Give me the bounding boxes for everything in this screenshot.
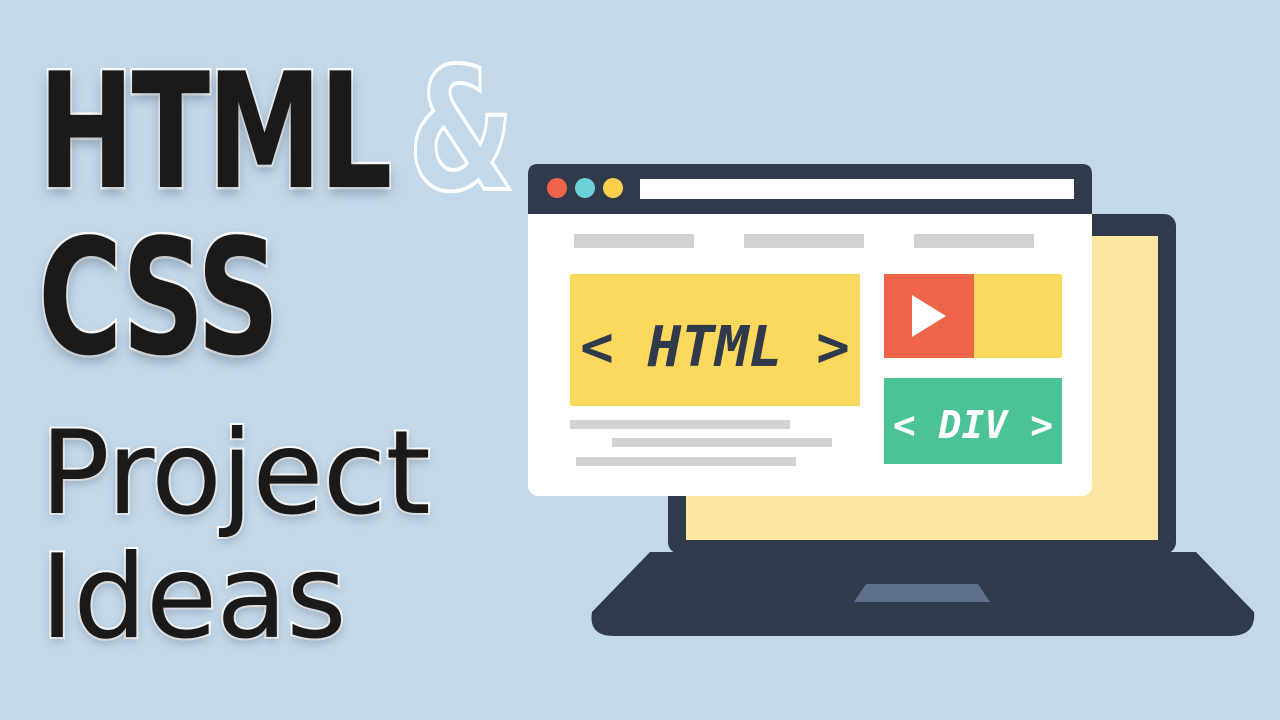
div-tag-label: < DIV > xyxy=(893,403,1053,447)
window-dot-cyan-icon xyxy=(575,178,595,198)
headline-ideas: Ideas xyxy=(38,530,349,665)
text-line-1 xyxy=(570,420,790,429)
laptop-touchpad xyxy=(854,584,990,602)
headline-css: CSS xyxy=(36,204,281,391)
text-line-2 xyxy=(612,438,832,447)
headline-html: HTML xyxy=(36,38,394,225)
nav-placeholder-1 xyxy=(574,234,694,248)
window-dot-yellow-icon xyxy=(603,178,623,198)
text-line-3 xyxy=(576,457,796,466)
browser-window: < HTML > < DIV > xyxy=(528,164,1092,496)
nav-placeholder-3 xyxy=(914,234,1034,248)
html-tag-label: < HTML > xyxy=(580,315,850,380)
headline-ampersand: & xyxy=(407,32,517,230)
nav-placeholder-2 xyxy=(744,234,864,248)
headline-block: HTML & CSS Project Ideas xyxy=(0,0,560,720)
thumbnail-canvas: < HTML > < DIV > HTML & CSS Project Idea… xyxy=(0,0,1280,720)
address-bar xyxy=(640,179,1074,199)
headline-project: Project xyxy=(38,406,433,541)
